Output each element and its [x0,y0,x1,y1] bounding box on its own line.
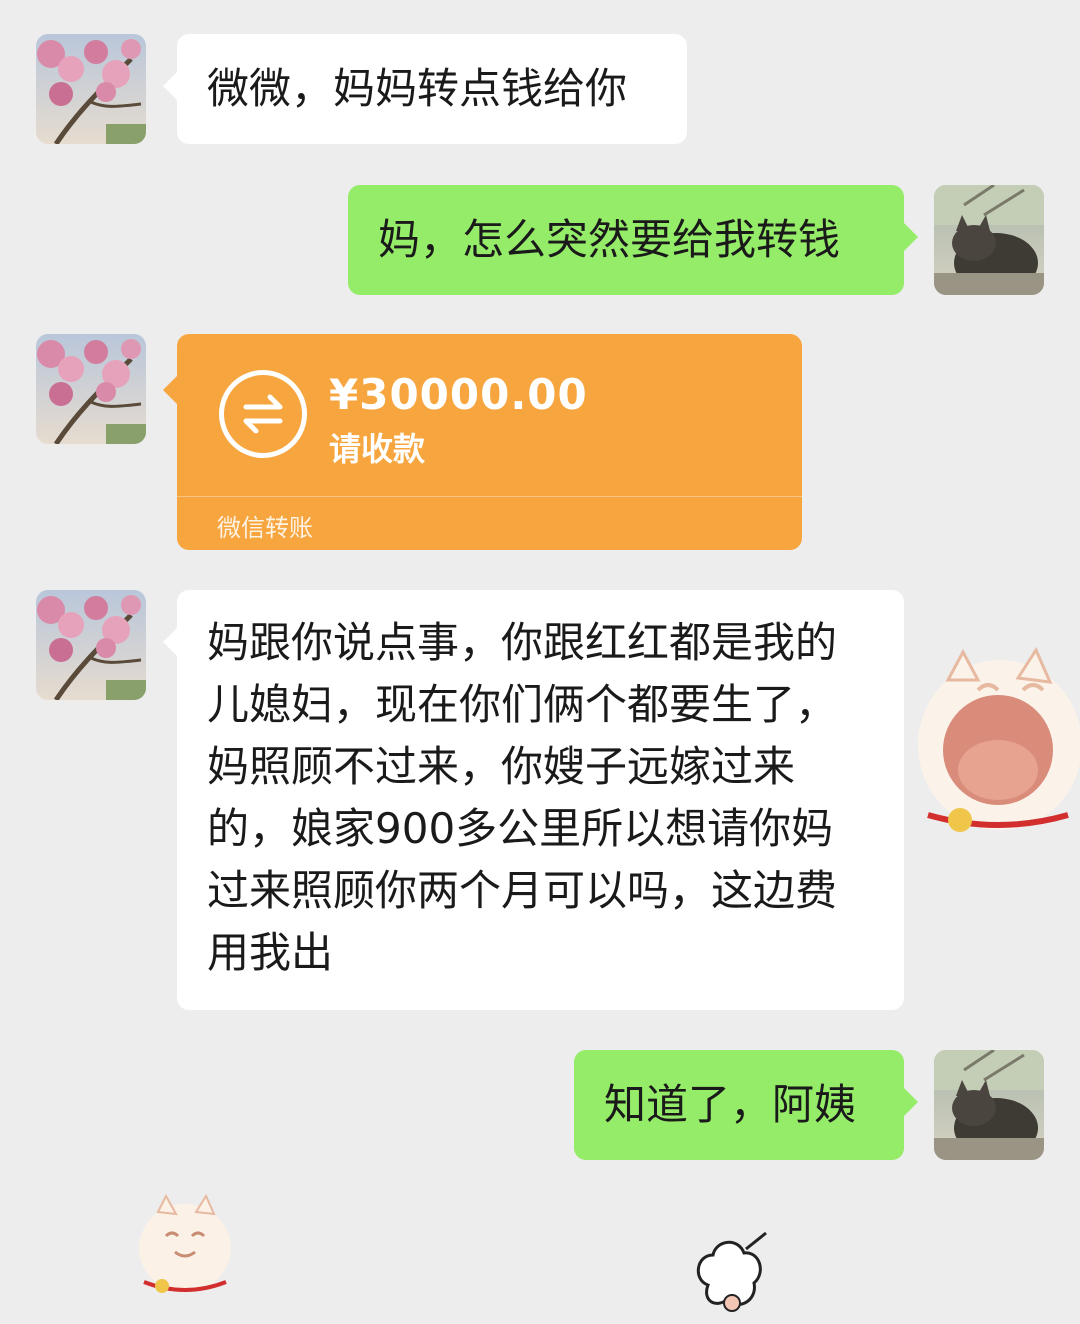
transfer-status: 请收款 [329,430,426,468]
mom-avatar[interactable] [36,34,146,144]
message-text-2: 妈，怎么突然要给我转钱 [378,215,841,264]
message-bubble-2[interactable]: 妈，怎么突然要给我转钱 [348,185,918,295]
message-text-4: 妈跟你说点事，你跟红红都是我的儿媳妇，现在你们俩个都要生了，妈照顾不过来，你嫂子… [207,618,838,977]
cartoon-sticker [688,1225,778,1315]
cat-avatar-image [934,1050,1044,1160]
transfer-divider [177,496,802,497]
message-bubble-5[interactable]: 知道了，阿姨 [574,1050,918,1160]
blossom-avatar-image [36,590,146,700]
blossom-avatar-image [36,334,146,444]
message-bubble-1[interactable]: 微微，妈妈转点钱给你 [163,34,687,144]
mom-avatar[interactable] [36,590,146,700]
transfer-card[interactable]: ¥30000.00 请收款 微信转账 [163,334,802,550]
mom-avatar[interactable] [36,334,146,444]
blossom-avatar-image [36,34,146,144]
message-text-5: 知道了，阿姨 [604,1080,857,1129]
smiling-cat-sticker [130,1190,240,1300]
laughing-cat-sticker [908,640,1080,840]
transfer-amount: ¥30000.00 [329,370,588,419]
transfer-footer-label: 微信转账 [217,514,313,542]
my-avatar[interactable] [934,1050,1044,1160]
transfer-arrows-icon [219,370,307,458]
cat-avatar-image [934,185,1044,295]
my-avatar[interactable] [934,185,1044,295]
message-bubble-4[interactable]: 妈跟你说点事，你跟红红都是我的儿媳妇，现在你们俩个都要生了，妈照顾不过来，你嫂子… [163,590,904,1010]
message-text-1: 微微，妈妈转点钱给你 [207,64,628,113]
